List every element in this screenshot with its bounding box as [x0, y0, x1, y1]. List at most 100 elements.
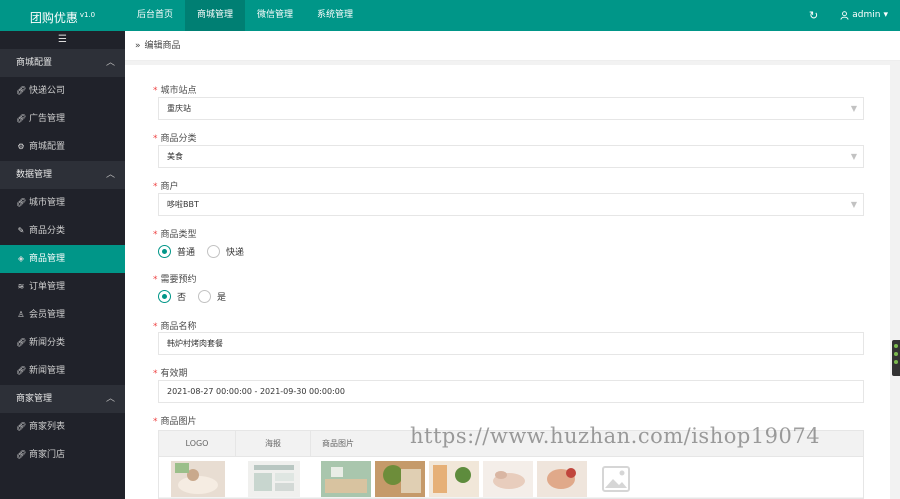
images-table-body — [159, 457, 863, 497]
period-label: * 有效期 — [153, 369, 188, 379]
link-icon: 🔗︎ — [16, 422, 27, 431]
goods-image-3[interactable] — [429, 461, 479, 497]
side-float-widget[interactable] — [892, 340, 900, 376]
city-value: 重庆站 — [167, 104, 191, 113]
sidebar-item-merchant-stores[interactable]: 🔗︎ 商家门店 — [0, 441, 125, 469]
sidebar-item-cities[interactable]: 🔗︎ 城市管理 — [0, 189, 125, 217]
city-select[interactable]: 重庆站 ▼ — [158, 97, 864, 120]
radio-no[interactable]: 否 — [158, 290, 186, 303]
sidebar-item-label: 快递公司 — [29, 86, 66, 96]
city-label: * 城市站点 — [153, 86, 197, 96]
sidebar-item-label: 商家列表 — [29, 422, 66, 432]
sidebar-group-label: 商家管理 — [16, 394, 53, 404]
sidebar-group-label: 数据管理 — [16, 170, 53, 180]
sidebar-item-goods[interactable]: ◈ 商品管理 — [0, 245, 125, 273]
link-icon: 🔗︎ — [16, 450, 27, 459]
period-value: 2021-08-27 00:00:00 - 2021-09-30 00:00:0… — [167, 387, 345, 396]
goods-type-label: * 商品类型 — [153, 230, 197, 240]
sidebar-item-label: 城市管理 — [29, 198, 66, 208]
select-arrow-icon: ▼ — [850, 152, 857, 161]
reserve-radios: 否 是 — [158, 290, 226, 303]
sidebar-group-mall-config[interactable]: 商城配置 ︿ — [0, 49, 125, 77]
sidebar-item-label: 新闻分类 — [29, 338, 66, 348]
brand-logo[interactable]: 团购优惠 v1.0 — [0, 0, 125, 31]
goods-image-5[interactable] — [537, 461, 587, 497]
goods-type-radios: 普通 快递 — [158, 245, 244, 258]
top-right: ↻ admin ▾ — [809, 0, 888, 31]
sidebar-item-news[interactable]: 🔗︎ 新闻管理 — [0, 357, 125, 385]
menu-icon[interactable]: ☰ — [0, 31, 125, 49]
sidebar-item-label: 订单管理 — [29, 282, 66, 292]
sidebar-item-categories[interactable]: ✎ 商品分类 — [0, 217, 125, 245]
link-icon: 🔗︎ — [16, 198, 27, 207]
refresh-icon[interactable]: ↻ — [809, 0, 818, 31]
goods-name-input[interactable]: 韩炉村烤肉套餐 — [158, 332, 864, 355]
brand-name: 团购优惠 — [29, 11, 78, 25]
goods-image-2[interactable] — [375, 461, 425, 497]
poster-thumbnail[interactable] — [248, 461, 300, 497]
user-icon — [840, 11, 849, 20]
sidebar-item-label: 商品分类 — [29, 226, 66, 236]
goods-name-value: 韩炉村烤肉套餐 — [167, 339, 223, 348]
reserve-label: * 需要预约 — [153, 275, 197, 285]
sidebar-item-label: 会员管理 — [29, 310, 66, 320]
sidebar-item-label: 新闻管理 — [29, 366, 66, 376]
category-label: * 商品分类 — [153, 134, 197, 144]
sidebar-item-label: 广告管理 — [29, 114, 66, 124]
sidebar-item-mall-settings[interactable]: ⚙ 商城配置 — [0, 133, 125, 161]
category-select[interactable]: 美食 ▼ — [158, 145, 864, 168]
sidebar-item-orders[interactable]: ≋ 订单管理 — [0, 273, 125, 301]
merchant-value: 哆啦BBT — [167, 200, 199, 209]
merchant-select[interactable]: 哆啦BBT ▼ — [158, 193, 864, 216]
box-icon: ◈ — [17, 254, 25, 263]
user-menu[interactable]: admin ▾ — [840, 0, 888, 31]
period-input[interactable]: 2021-08-27 00:00:00 - 2021-09-30 00:00:0… — [158, 380, 864, 403]
top-nav-system[interactable]: 系统管理 — [305, 0, 365, 31]
sidebar-item-news-categories[interactable]: 🔗︎ 新闻分类 — [0, 329, 125, 357]
link-icon: 🔗︎ — [16, 86, 27, 95]
images-label: * 商品图片 — [153, 417, 197, 427]
link-icon: 🔗︎ — [16, 338, 27, 347]
top-nav: 后台首页 商城管理 微信管理 系统管理 — [125, 0, 365, 31]
sidebar-group-merchants[interactable]: 商家管理 ︿ — [0, 385, 125, 413]
goods-image-1[interactable] — [321, 461, 371, 497]
column-goods-images: 商品图片 — [322, 439, 354, 448]
top-nav-home[interactable]: 后台首页 — [125, 0, 185, 31]
stack-icon: ≋ — [17, 282, 25, 291]
logo-thumbnail[interactable] — [171, 461, 225, 497]
sidebar-group-data[interactable]: 数据管理 ︿ — [0, 161, 125, 189]
goods-image-4[interactable] — [483, 461, 533, 497]
radio-yes[interactable]: 是 — [198, 290, 226, 303]
sidebar-item-express[interactable]: 🔗︎ 快递公司 — [0, 77, 125, 105]
chevron-up-icon: ︿ — [105, 394, 115, 404]
image-placeholder-icon[interactable] — [591, 461, 641, 497]
sidebar-item-ads[interactable]: 🔗︎ 广告管理 — [0, 105, 125, 133]
radio-express[interactable]: 快递 — [207, 245, 244, 258]
gear-icon: ⚙ — [17, 142, 25, 151]
sidebar-item-members[interactable]: ♙ 会员管理 — [0, 301, 125, 329]
sidebar: ☰ 商城配置 ︿ 🔗︎ 快递公司 🔗︎ 广告管理 ⚙ 商城配置 数据管理 ︿ 🔗… — [0, 31, 125, 499]
username: admin — [852, 10, 881, 20]
select-arrow-icon: ▼ — [850, 200, 857, 209]
link-icon: 🔗︎ — [16, 366, 27, 375]
select-arrow-icon: ▼ — [850, 104, 857, 113]
top-nav-wechat[interactable]: 微信管理 — [245, 0, 305, 31]
sidebar-item-merchant-list[interactable]: 🔗︎ 商家列表 — [0, 413, 125, 441]
category-value: 美食 — [167, 152, 183, 161]
column-poster: 海报 — [236, 431, 311, 456]
user-icon: ♙ — [17, 310, 25, 319]
chevron-up-icon: ︿ — [105, 58, 115, 68]
edit-icon: ✎ — [17, 226, 25, 235]
sidebar-item-label: 商品管理 — [29, 254, 66, 264]
chevron-up-icon: ︿ — [105, 170, 115, 180]
top-nav-mall[interactable]: 商城管理 — [185, 0, 246, 31]
breadcrumb: » 编辑商品 — [125, 31, 900, 61]
goods-name-label: * 商品名称 — [153, 322, 197, 332]
brand-version: v1.0 — [79, 11, 96, 19]
column-logo: LOGO — [159, 431, 236, 456]
double-chevron-icon: » — [135, 40, 141, 51]
watermark-text: https://www.huzhan.com/ishop19074 — [410, 424, 821, 448]
radio-normal[interactable]: 普通 — [158, 245, 195, 258]
sidebar-group-label: 商城配置 — [16, 58, 53, 68]
sidebar-item-label: 商家门店 — [29, 450, 66, 460]
